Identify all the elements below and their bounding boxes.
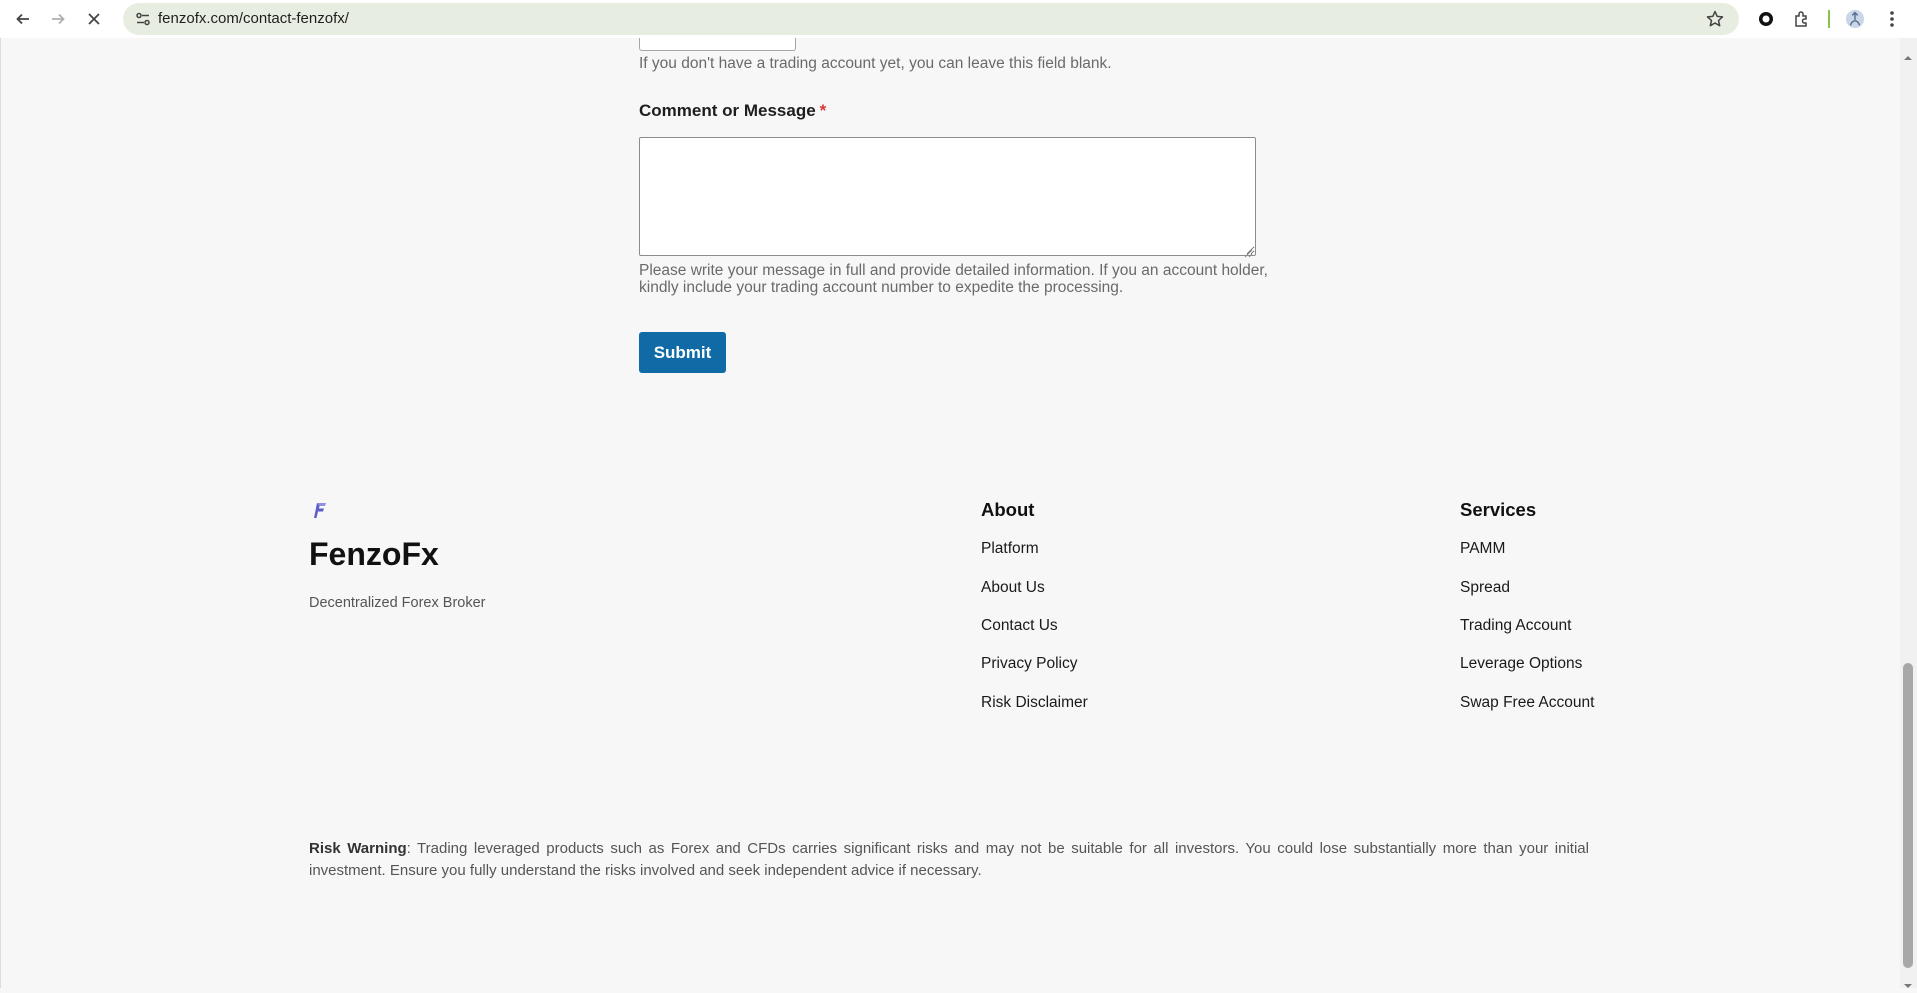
message-label: Comment or Message * xyxy=(639,101,826,121)
footer-link-leverage-options[interactable]: Leverage Options xyxy=(1460,655,1582,673)
footer-link-platform[interactable]: Platform xyxy=(981,540,1039,558)
site-info-icon[interactable] xyxy=(135,11,151,27)
footer-link-contact-us[interactable]: Contact Us xyxy=(981,617,1058,635)
message-textarea[interactable] xyxy=(639,137,1256,256)
browser-toolbar: fenzofx.com/contact-fenzofx/ xyxy=(0,0,1917,38)
submit-button[interactable]: Submit xyxy=(639,332,726,373)
footer-link-swap-free-account[interactable]: Swap Free Account xyxy=(1460,694,1594,712)
bookmark-star-icon[interactable] xyxy=(1705,9,1725,29)
message-hint-line-1: Please write your message in full and pr… xyxy=(639,262,1268,279)
page-left-edge xyxy=(0,38,1,988)
scroll-up-arrow-icon[interactable] xyxy=(1903,46,1913,65)
extension-ring-icon[interactable] xyxy=(1756,9,1776,29)
forward-arrow-icon[interactable] xyxy=(46,7,70,31)
footer-brand[interactable]: FenzoFx xyxy=(309,536,439,573)
risk-warning-text: : Trading leveraged products such as For… xyxy=(309,840,1589,879)
footer-link-about-us[interactable]: About Us xyxy=(981,579,1045,597)
message-hint-line-2: kindly include your trading account numb… xyxy=(639,279,1124,296)
message-label-text: Comment or Message xyxy=(639,101,816,120)
footer-link-spread[interactable]: Spread xyxy=(1460,579,1510,597)
footer-link-privacy-policy[interactable]: Privacy Policy xyxy=(981,655,1077,673)
profile-avatar-icon[interactable] xyxy=(1845,9,1865,29)
toolbar-separator xyxy=(1828,10,1830,28)
footer-link-trading-account[interactable]: Trading Account xyxy=(1460,617,1571,635)
scroll-down-arrow-icon[interactable] xyxy=(1903,974,1913,993)
resize-grip-icon[interactable] xyxy=(1243,243,1253,258)
stop-loading-icon[interactable] xyxy=(82,7,106,31)
services-heading: Services xyxy=(1460,499,1537,520)
trading-account-input[interactable] xyxy=(639,38,796,51)
scrollbar-thumb[interactable] xyxy=(1903,663,1913,968)
url-text[interactable]: fenzofx.com/contact-fenzofx/ xyxy=(158,10,349,27)
risk-warning: Risk Warning: Trading leveraged products… xyxy=(309,838,1589,882)
fenzofx-logo-icon[interactable] xyxy=(313,501,327,519)
puzzle-extensions-icon[interactable] xyxy=(1792,9,1812,29)
footer-link-risk-disclaimer[interactable]: Risk Disclaimer xyxy=(981,694,1088,712)
about-heading: About xyxy=(981,499,1035,520)
required-asterisk: * xyxy=(819,101,827,120)
footer-link-pamm[interactable]: PAMM xyxy=(1460,540,1505,558)
kebab-menu-icon[interactable] xyxy=(1882,9,1902,29)
address-bar[interactable]: fenzofx.com/contact-fenzofx/ xyxy=(123,3,1739,35)
trading-account-hint: If you don't have a trading account yet,… xyxy=(639,55,1112,72)
footer-tagline: Decentralized Forex Broker xyxy=(309,595,486,611)
risk-warning-label: Risk Warning xyxy=(309,840,407,857)
back-arrow-icon[interactable] xyxy=(11,7,35,31)
